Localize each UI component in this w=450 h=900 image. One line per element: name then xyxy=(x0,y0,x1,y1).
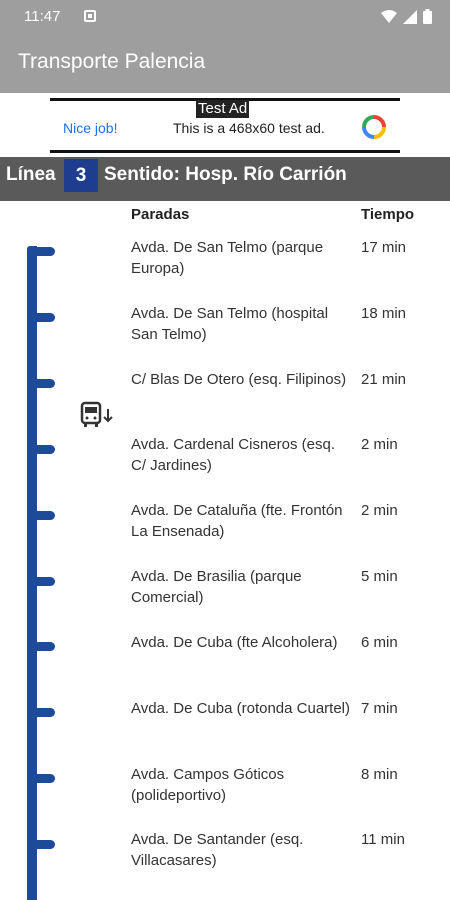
ad-nice-text: Nice job! xyxy=(63,120,118,136)
stop-marker xyxy=(33,511,55,520)
stop-time: 2 min xyxy=(361,502,398,519)
stop-name: C/ Blas De Otero (esq. Filipinos) xyxy=(131,371,347,388)
column-header-stops: Paradas xyxy=(131,206,190,223)
line-number-badge: 3 xyxy=(64,159,98,192)
app-bar: 11:47 Transporte Palencia xyxy=(0,0,450,93)
system-icons xyxy=(381,9,432,24)
notification-icon xyxy=(84,10,96,22)
page-title: Transporte Palencia xyxy=(18,50,206,73)
stop-marker xyxy=(33,247,55,256)
stop-name: Avda. De San Telmo (parque Europa) xyxy=(131,239,324,277)
stop-time: 7 min xyxy=(361,700,398,717)
stop-time: 6 min xyxy=(361,634,398,651)
stop-time: 11 min xyxy=(361,831,405,848)
stop-marker xyxy=(33,774,55,783)
stop-marker xyxy=(33,577,55,586)
wifi-icon xyxy=(381,9,397,23)
stop-time: 5 min xyxy=(361,568,398,585)
stop-name: Avda. De San Telmo (hospital San Telmo) xyxy=(131,305,329,343)
stop-name: Avda. De Cuba (fte Alcoholera) xyxy=(131,634,338,651)
ad-banner[interactable]: Test Ad Nice job! This is a 468x60 test … xyxy=(50,98,400,153)
stop-marker xyxy=(33,840,55,849)
ad-text: This is a 468x60 test ad. xyxy=(173,120,325,136)
stop-marker xyxy=(33,379,55,388)
stop-name: Avda. De Cuba (rotonda Cuartel) xyxy=(131,700,351,717)
column-header-time: Tiempo xyxy=(361,206,415,223)
stop-time: 2 min xyxy=(361,436,398,453)
stop-name: Avda. Cardenal Cisneros (esq. C/ Jardine… xyxy=(131,436,335,474)
battery-icon xyxy=(423,9,432,24)
ad-logo-icon xyxy=(362,115,386,139)
route-line xyxy=(27,246,37,900)
line-direction: Sentido: Hosp. Río Carrión xyxy=(104,164,347,185)
stop-name: Avda. De Santander (esq. Villacasares) xyxy=(131,831,304,869)
stop-name: Avda. De Cataluña (fte. Frontón La Ensen… xyxy=(131,502,343,540)
stop-time: 21 min xyxy=(361,371,407,388)
stop-marker xyxy=(33,642,55,651)
bus-arriving-icon xyxy=(80,401,113,427)
stop-name: Avda. Campos Góticos (polideportivo) xyxy=(131,766,285,804)
test-ad-badge: Test Ad xyxy=(196,100,250,118)
stop-time: 18 min xyxy=(361,305,407,322)
line-label: Línea xyxy=(6,164,56,185)
line-header: Línea 3 Sentido: Hosp. Río Carrión xyxy=(0,157,450,201)
stop-time: 8 min xyxy=(361,766,398,783)
stop-time: 17 min xyxy=(361,239,407,256)
stop-marker xyxy=(33,313,55,322)
stop-marker xyxy=(33,708,55,717)
stop-name: Avda. De Brasilia (parque Comercial) xyxy=(131,568,302,606)
status-bar: 11:47 xyxy=(0,0,450,33)
status-time: 11:47 xyxy=(24,8,61,25)
stop-marker xyxy=(33,445,55,454)
signal-icon xyxy=(403,9,417,24)
